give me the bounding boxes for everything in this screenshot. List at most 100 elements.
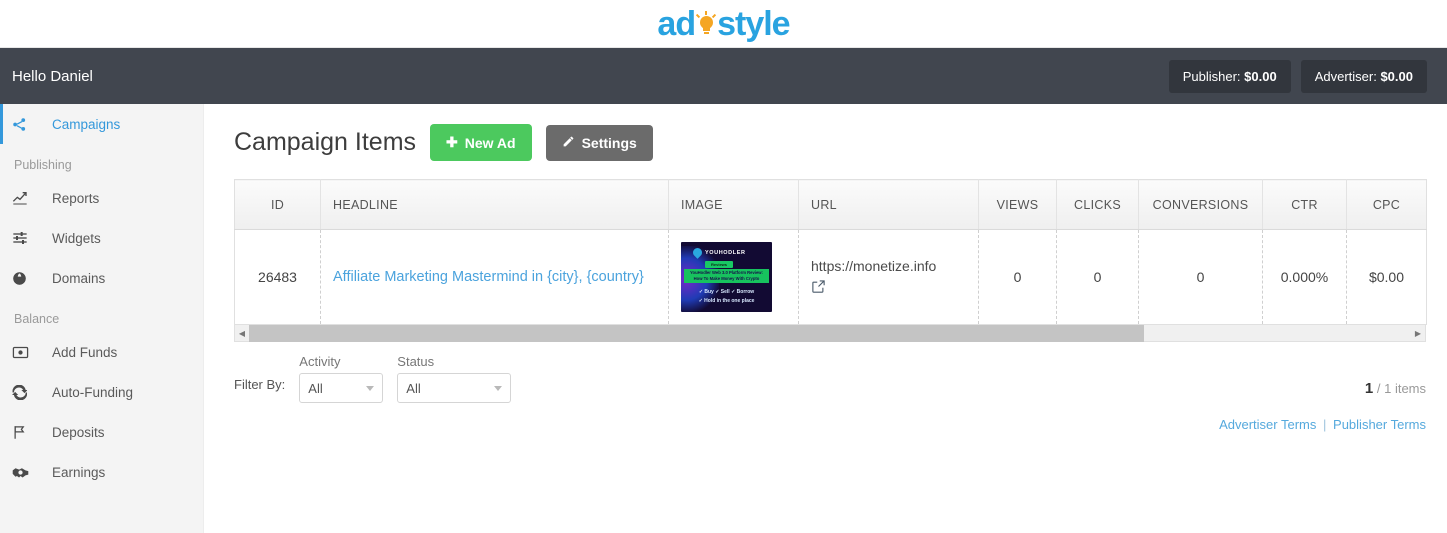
pagination-current-page[interactable]: 1 xyxy=(1365,380,1373,397)
greeting-text: Hello Daniel xyxy=(12,67,93,85)
logo-bar: ad style xyxy=(0,0,1447,48)
sidebar-item-deposits-label: Deposits xyxy=(52,424,105,440)
footer-terms: Advertiser Terms | Publisher Terms xyxy=(234,417,1426,432)
column-header-headline[interactable]: HEADLINE xyxy=(320,179,669,230)
ad-thumbnail-brand-name: YOUHODLER xyxy=(705,249,746,256)
filter-activity-group: Activity All xyxy=(299,354,384,403)
column-header-url[interactable]: URL xyxy=(798,179,979,230)
sidebar-item-earnings[interactable]: Earnings xyxy=(0,452,203,492)
campaign-items-table: ID HEADLINE IMAGE URL VIEWS CLICKS CONVE… xyxy=(234,179,1427,325)
adstyle-logo[interactable]: ad style xyxy=(657,4,790,43)
scroll-left-arrow-icon[interactable]: ◀ xyxy=(235,329,249,338)
filter-status-value: All xyxy=(406,380,421,396)
sliders-icon xyxy=(12,230,46,246)
sync-icon xyxy=(12,384,46,400)
pencil-icon xyxy=(562,135,575,151)
handshake-icon xyxy=(12,465,46,480)
sidebar-item-deposits[interactable]: Deposits xyxy=(0,412,203,452)
filters: Filter By: Activity All Status All xyxy=(234,354,512,403)
scrollbar-track[interactable] xyxy=(249,324,1411,342)
table-header-row: ID HEADLINE IMAGE URL VIEWS CLICKS CONVE… xyxy=(234,179,1427,230)
filter-activity-select[interactable]: All xyxy=(299,373,384,403)
logo-text-ad: ad xyxy=(657,4,696,43)
column-header-image[interactable]: IMAGE xyxy=(668,179,799,230)
filter-status-group: Status All xyxy=(397,354,512,403)
advertiser-terms-link[interactable]: Advertiser Terms xyxy=(1219,417,1316,432)
main-content: Campaign Items ✚ New Ad Settings ID HEAD… xyxy=(204,104,1447,533)
filter-by-label: Filter By: xyxy=(234,377,286,392)
sidebar-section-publishing: Publishing xyxy=(14,158,72,172)
filter-status-select[interactable]: All xyxy=(397,373,512,403)
column-header-clicks[interactable]: CLICKS xyxy=(1056,179,1139,230)
column-header-cpc[interactable]: CPC xyxy=(1346,179,1427,230)
column-header-id[interactable]: ID xyxy=(234,179,321,230)
sidebar-item-campaigns[interactable]: Campaigns xyxy=(0,104,203,144)
new-ad-button[interactable]: ✚ New Ad xyxy=(430,124,532,161)
cell-conversions: 0 xyxy=(1138,229,1263,325)
plus-icon: ✚ xyxy=(446,134,458,150)
sidebar-item-domains[interactable]: Domains xyxy=(0,258,203,298)
sidebar-item-reports-label: Reports xyxy=(52,190,100,206)
sidebar-item-campaigns-label: Campaigns xyxy=(52,116,121,132)
chart-line-icon xyxy=(12,190,46,206)
filter-status-caption: Status xyxy=(397,354,435,369)
settings-button[interactable]: Settings xyxy=(545,124,653,161)
table-header: ID HEADLINE IMAGE URL VIEWS CLICKS CONVE… xyxy=(234,179,1427,230)
sidebar: Campaigns Publishing Reports Widgets Dom… xyxy=(0,104,204,533)
external-link-icon[interactable] xyxy=(811,279,826,297)
new-ad-button-label: New Ad xyxy=(464,134,516,151)
advertiser-balance-badge[interactable]: Advertiser: $0.00 xyxy=(1300,59,1427,93)
cell-id: 26483 xyxy=(234,229,321,325)
table-horizontal-scrollbar[interactable]: ◀ ▶ xyxy=(234,324,1426,342)
pagination-info: 1 / 1 items xyxy=(1365,380,1426,403)
scrollbar-thumb[interactable] xyxy=(249,324,1144,342)
sidebar-item-auto-funding[interactable]: Auto-Funding xyxy=(0,372,203,412)
ad-thumbnail-brand: YOUHODLER xyxy=(691,246,746,259)
sidebar-item-reports[interactable]: Reports xyxy=(0,178,203,218)
sidebar-item-auto-funding-label: Auto-Funding xyxy=(52,384,134,400)
ad-thumbnail-bullets-line2: ✓ Hold in the one place xyxy=(698,298,755,304)
page-title: Campaign Items xyxy=(234,128,417,156)
publisher-balance-badge[interactable]: Publisher: $0.00 xyxy=(1168,59,1291,93)
logo-text-style: style xyxy=(717,4,790,43)
ad-thumbnail-bullets-line1: ✓ Buy ✓ Sell ✓ Borrow xyxy=(698,289,755,295)
advertiser-balance-label: Advertiser: xyxy=(1314,68,1377,84)
balance-badges: Publisher: $0.00 Advertiser: $0.00 xyxy=(1168,59,1427,93)
campaign-items-table-wrapper: ID HEADLINE IMAGE URL VIEWS CLICKS CONVE… xyxy=(234,179,1427,342)
cell-views: 0 xyxy=(978,229,1057,325)
ad-thumbnail[interactable]: YOUHODLER Reviews YouHodler Web 3.0 Plat… xyxy=(681,242,772,312)
cell-ctr: 0.000% xyxy=(1262,229,1347,325)
terms-separator: | xyxy=(1323,417,1327,432)
column-header-views[interactable]: VIEWS xyxy=(978,179,1057,230)
column-header-ctr[interactable]: CTR xyxy=(1262,179,1347,230)
publisher-balance-label: Publisher: xyxy=(1182,68,1241,84)
table-body: 26483 Affiliate Marketing Mastermind in … xyxy=(234,229,1427,325)
cell-clicks: 0 xyxy=(1056,229,1139,325)
ad-thumbnail-tab: Reviews xyxy=(705,261,734,268)
sidebar-section-balance: Balance xyxy=(14,312,60,326)
url-text: https://monetize.info xyxy=(811,258,937,274)
money-bill-icon xyxy=(12,345,46,360)
filters-row: Filter By: Activity All Status All 1 / 1… xyxy=(234,354,1426,403)
sidebar-item-domains-label: Domains xyxy=(52,270,106,286)
sidebar-item-add-funds[interactable]: Add Funds xyxy=(0,332,203,372)
sidebar-item-widgets[interactable]: Widgets xyxy=(0,218,203,258)
pagination-total: / 1 items xyxy=(1376,381,1426,396)
cell-cpc: $0.00 xyxy=(1368,269,1405,285)
publisher-terms-link[interactable]: Publisher Terms xyxy=(1333,417,1426,432)
headline-link[interactable]: Affiliate Marketing Mastermind in {city}… xyxy=(333,269,644,285)
scroll-right-arrow-icon[interactable]: ▶ xyxy=(1411,329,1425,338)
settings-button-label: Settings xyxy=(581,134,637,151)
ad-thumbnail-headline-line2: How To Make Money With Crypto xyxy=(693,276,760,281)
table-row: 26483 Affiliate Marketing Mastermind in … xyxy=(234,229,1427,325)
youhodler-logo-icon xyxy=(691,246,704,259)
cell-headline: Affiliate Marketing Mastermind in {city}… xyxy=(320,229,669,325)
publisher-balance-amount: $0.00 xyxy=(1244,68,1277,84)
advertiser-balance-amount: $0.00 xyxy=(1380,68,1413,84)
page-header: Campaign Items ✚ New Ad Settings xyxy=(234,124,1425,161)
share-icon xyxy=(12,117,46,132)
lightbulb-icon xyxy=(695,10,717,39)
column-header-conversions[interactable]: CONVERSIONS xyxy=(1138,179,1263,230)
filter-activity-caption: Activity xyxy=(299,354,341,369)
filter-activity-value: All xyxy=(308,380,323,396)
